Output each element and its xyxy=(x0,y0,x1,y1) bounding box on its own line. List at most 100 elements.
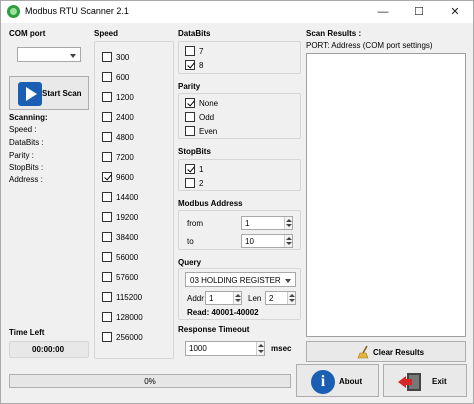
title-bar: Modbus RTU Scanner 2.1 — ☐ ✕ xyxy=(1,1,473,23)
info-icon: i xyxy=(311,370,335,394)
parity-checkbox-even[interactable] xyxy=(185,126,195,136)
query-len-spinner[interactable] xyxy=(287,292,295,304)
spin-up-icon xyxy=(289,294,295,297)
spin-down-icon xyxy=(286,242,292,245)
clear-results-button[interactable]: Clear Results xyxy=(306,341,466,362)
speed-option-256000: 256000 xyxy=(116,333,143,342)
response-timeout-label: Response Timeout xyxy=(178,325,250,334)
speed-checkbox-2400[interactable] xyxy=(102,112,112,122)
exit-icon xyxy=(398,373,421,391)
start-scan-button[interactable]: Start Scan xyxy=(9,76,89,110)
scanning-databits-label: DataBits : xyxy=(9,138,44,147)
response-timeout-spinner[interactable] xyxy=(256,342,264,355)
response-timeout-value: 1000 xyxy=(189,344,207,353)
query-len-value: 2 xyxy=(269,294,274,303)
query-group: 03 HOLDING REGISTER Addr 1 Len 2 Read: 4… xyxy=(178,268,301,320)
chevron-down-icon xyxy=(285,278,291,283)
speed-option-57600: 57600 xyxy=(116,273,139,282)
parity-checkbox-odd[interactable] xyxy=(185,112,195,122)
query-label: Query xyxy=(178,258,202,267)
speed-checkbox-128000[interactable] xyxy=(102,312,112,322)
speed-checkbox-300[interactable] xyxy=(102,52,112,62)
address-to-spinner[interactable] xyxy=(284,235,292,247)
address-from-spinner[interactable] xyxy=(284,217,292,229)
scan-progress-bar: 0% xyxy=(9,374,291,388)
stopbits-checkbox-1[interactable] xyxy=(185,164,195,174)
parity-option-even: Even xyxy=(199,127,218,136)
spin-up-icon xyxy=(258,344,264,347)
speed-checkbox-9600[interactable] xyxy=(102,172,112,182)
play-icon xyxy=(18,82,42,106)
speed-option-115200: 115200 xyxy=(116,293,143,302)
speed-option-38400: 38400 xyxy=(116,233,139,242)
speed-checkbox-256000[interactable] xyxy=(102,332,112,342)
spin-up-icon xyxy=(286,237,292,240)
address-to-input[interactable]: 10 xyxy=(241,234,293,248)
speed-option-7200: 7200 xyxy=(116,153,134,162)
speed-checkbox-14400[interactable] xyxy=(102,192,112,202)
time-left-value: 00:00:00 xyxy=(32,345,65,354)
scanning-stopbits-label: StopBits : xyxy=(9,163,44,172)
speed-checkbox-1200[interactable] xyxy=(102,92,112,102)
speed-option-14400: 14400 xyxy=(116,193,139,202)
exit-button[interactable]: Exit xyxy=(383,364,467,397)
window-title: Modbus RTU Scanner 2.1 xyxy=(25,6,129,16)
stopbits-checkbox-2[interactable] xyxy=(185,178,195,188)
address-to-value: 10 xyxy=(245,237,254,246)
address-from-input[interactable]: 1 xyxy=(241,216,293,230)
speed-option-1200: 1200 xyxy=(116,93,134,102)
speed-checkbox-600[interactable] xyxy=(102,72,112,82)
scan-results-header: PORT: Address (COM port settings) xyxy=(306,41,433,50)
speed-option-4800: 4800 xyxy=(116,133,134,142)
parity-option-none: None xyxy=(199,99,219,108)
maximize-button[interactable]: ☐ xyxy=(401,1,437,23)
query-addr-value: 1 xyxy=(209,294,214,303)
databits-option-8: 8 xyxy=(199,61,204,70)
scanning-address-label: Address : xyxy=(9,175,43,184)
speed-option-9600: 9600 xyxy=(116,173,134,182)
query-addr-spinner[interactable] xyxy=(233,292,241,304)
speed-option-2400: 2400 xyxy=(116,113,134,122)
speed-checkbox-115200[interactable] xyxy=(102,292,112,302)
speed-group: 300 600 1200 2400 4800 7200 9600 14400 19200 3840… xyxy=(94,41,174,359)
modbus-address-label: Modbus Address xyxy=(178,199,243,208)
response-timeout-input[interactable]: 1000 xyxy=(185,341,265,356)
spin-down-icon xyxy=(286,224,292,227)
com-port-select[interactable] xyxy=(17,47,81,62)
databits-group: 7 8 xyxy=(178,41,301,74)
databits-checkbox-7[interactable] xyxy=(185,46,195,56)
speed-checkbox-38400[interactable] xyxy=(102,232,112,242)
databits-option-7: 7 xyxy=(199,47,204,56)
response-timeout-unit: msec xyxy=(271,344,292,353)
query-function-value: 03 HOLDING REGISTER xyxy=(190,276,281,285)
close-button[interactable]: ✕ xyxy=(437,1,473,23)
databits-label: DataBits xyxy=(178,29,211,38)
about-label: About xyxy=(339,377,363,386)
query-len-label: Len xyxy=(248,294,262,303)
speed-label: Speed xyxy=(94,29,119,38)
scanning-speed-label: Speed : xyxy=(9,125,37,134)
minimize-button[interactable]: — xyxy=(365,1,401,23)
about-button[interactable]: i About xyxy=(296,364,379,397)
time-left-label: Time Left xyxy=(9,328,45,337)
query-function-select[interactable]: 03 HOLDING REGISTER xyxy=(185,272,296,287)
scan-results-list[interactable] xyxy=(306,53,466,337)
speed-checkbox-56000[interactable] xyxy=(102,252,112,262)
scanning-heading: Scanning: xyxy=(9,113,48,122)
stopbits-label: StopBits xyxy=(178,147,211,156)
speed-checkbox-4800[interactable] xyxy=(102,132,112,142)
speed-checkbox-7200[interactable] xyxy=(102,152,112,162)
scan-results-label: Scan Results : xyxy=(306,29,362,38)
address-from-label: from xyxy=(187,219,203,228)
parity-checkbox-none[interactable] xyxy=(185,98,195,108)
query-addr-input[interactable]: 1 xyxy=(205,291,242,305)
spin-down-icon xyxy=(258,350,264,353)
time-left-box: 00:00:00 xyxy=(9,341,89,358)
parity-option-odd: Odd xyxy=(199,113,215,122)
speed-checkbox-57600[interactable] xyxy=(102,272,112,282)
speed-checkbox-19200[interactable] xyxy=(102,212,112,222)
parity-group: None Odd Even xyxy=(178,93,301,139)
databits-checkbox-8[interactable] xyxy=(185,60,195,70)
app-icon xyxy=(7,5,20,18)
query-len-input[interactable]: 2 xyxy=(265,291,296,305)
